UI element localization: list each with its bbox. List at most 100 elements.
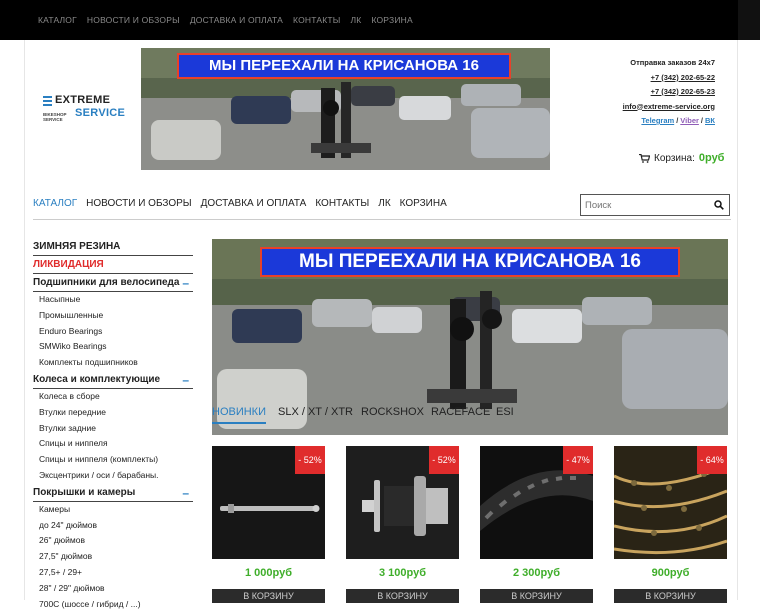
sidebar-item-label: Колеса в сборе [39, 390, 100, 401]
product-card[interactable]: - 64% 900руб В КОРЗИНУ [614, 446, 727, 606]
main-nav-delivery[interactable]: ДОСТАВКА И ОПЛАТА [201, 198, 307, 209]
viber-link[interactable]: Viber [680, 116, 699, 125]
sidebar-item[interactable]: 27,5" дюймов [33, 549, 193, 565]
sidebar-item-label: 28" / 29" дюймов [39, 582, 105, 593]
sidebar-item[interactable]: Втулки передние [33, 405, 193, 421]
sidebar-item-label: 26" дюймов [39, 535, 86, 546]
sidebar-item[interactable]: Промышленные [33, 308, 193, 324]
main-nav-catalog[interactable]: КАТАЛОГ [33, 198, 77, 209]
top-nav-contacts[interactable]: КОНТАКТЫ [293, 15, 340, 25]
top-nav-account[interactable]: ЛК [351, 15, 362, 25]
sidebar-item[interactable]: до 24" дюймов [33, 518, 193, 534]
sidebar-item[interactable]: 28" / 29" дюймов [33, 581, 193, 597]
sidebar-item[interactable]: Enduro Bearings [33, 324, 193, 340]
collapse-icon[interactable]: – [182, 371, 189, 389]
sidebar-item-label: Колеса и комплектующие [33, 373, 161, 385]
cart-icon [639, 153, 650, 163]
main-nav-cart[interactable]: КОРЗИНА [400, 198, 447, 209]
catalog-sidebar: ЗИМНЯЯ РЕЗИНА ЛИКВИДАЦИЯ Подшипники для ве… [33, 238, 193, 612]
page-container: EXTREME BIKESHOP SERVICE SERVICE МЫ ПЕРЕЕ… [24, 40, 738, 609]
product-price: 900руб [651, 567, 690, 579]
top-nav-catalog[interactable]: КАТАЛОГ [38, 15, 77, 25]
top-nav: КАТАЛОГ НОВОСТИ И ОБЗОРЫ ДОСТАВКА И ОПЛА… [38, 0, 423, 40]
header-banner[interactable]: МЫ ПЕРЕЕХАЛИ НА КРИСАНОВА 16 [141, 48, 550, 170]
sidebar-item[interactable]: Насыпные [33, 292, 193, 308]
top-bar-corner [738, 0, 760, 40]
add-to-cart-button[interactable]: В КОРЗИНУ [614, 589, 727, 603]
sidebar-item-label: ЗИМНЯЯ РЕЗИНА [33, 241, 121, 252]
sidebar-item[interactable]: 700С (шоссе / гибрид / ...) [33, 597, 193, 612]
email-link[interactable]: info@extreme-service.org [623, 100, 715, 115]
top-nav-delivery[interactable]: ДОСТАВКА И ОПЛАТА [190, 15, 283, 25]
main-nav-contacts[interactable]: КОНТАКТЫ [315, 198, 369, 209]
sidebar-item[interactable]: Эксцентрики / оси / барабаны. [33, 468, 193, 484]
add-to-cart-button[interactable]: В КОРЗИНУ [346, 589, 459, 603]
sidebar-item-label: Комплекты подшипников [39, 357, 138, 368]
discount-badge: - 52% [295, 446, 325, 474]
product-price: 2 300руб [512, 567, 560, 579]
search-box [580, 194, 730, 216]
logo-word-service: SERVICE [75, 107, 126, 119]
sidebar-item[interactable]: Спицы и ниппеля (комплекты) [33, 452, 193, 468]
sidebar-item-label: 27,5" дюймов [39, 551, 93, 562]
sidebar-item-label: 700С (шоссе / гибрид / ...) [39, 598, 141, 609]
add-to-cart-button[interactable]: В КОРЗИНУ [212, 589, 325, 603]
main-nav-account[interactable]: ЛК [378, 198, 390, 209]
sidebar-item[interactable]: Втулки задние [33, 421, 193, 437]
sidebar-item[interactable]: Камеры [33, 502, 193, 518]
tab-new[interactable]: НОВИНКИ [212, 406, 267, 424]
main-banner-sign: МЫ ПЕРЕЕХАЛИ НА КРИСАНОВА 16 [260, 247, 680, 277]
sidebar-item[interactable]: Колеса в сборе [33, 389, 193, 405]
top-nav-news[interactable]: НОВОСТИ И ОБЗОРЫ [87, 15, 180, 25]
vk-link[interactable]: ВК [705, 116, 715, 125]
product-tabs: НОВИНКИ SLX / XT / XTR ROCKSHOX RACEFACE… [212, 406, 728, 434]
phone-2-link[interactable]: +7 (342) 202-65-23 [623, 85, 715, 100]
collapse-icon[interactable]: – [182, 484, 189, 502]
discount-badge: - 47% [563, 446, 593, 474]
discount-badge: - 52% [429, 446, 459, 474]
sidebar-item-label: SMWiko Bearings [39, 341, 107, 352]
sidebar-item-label: 27,5+ / 29+ [39, 566, 83, 577]
logo-bars-icon [43, 96, 52, 108]
search-icon[interactable] [714, 200, 724, 210]
tab-raceface[interactable]: RACEFACE [431, 406, 490, 422]
header-cart[interactable]: Корзина: 0руб [639, 152, 724, 164]
sidebar-item-label: Втулки передние [39, 406, 106, 417]
sidebar-item-label: ЛИКВИДАЦИЯ [33, 259, 104, 270]
sidebar-item-label: Покрышки и камеры [33, 486, 136, 498]
product-price: 3 100руб [378, 567, 426, 579]
sidebar-item[interactable]: 26" дюймов [33, 533, 193, 549]
product-card[interactable]: - 52% 3 100руб В КОРЗИНУ [346, 446, 459, 606]
collapse-icon[interactable]: – [182, 274, 189, 292]
sidebar-item[interactable]: Подшипники для велосипеда – [33, 274, 193, 292]
tab-esi[interactable]: ESI [496, 406, 514, 422]
sidebar-item[interactable]: ЛИКВИДАЦИЯ [33, 256, 193, 274]
top-nav-cart[interactable]: КОРЗИНА [371, 15, 412, 25]
sidebar-item[interactable]: SMWiko Bearings [33, 339, 193, 355]
sidebar-item[interactable]: Покрышки и камеры – [33, 484, 193, 502]
sidebar-item-label: Промышленные [39, 309, 104, 320]
sidebar-item-label: Эксцентрики / оси / барабаны. [39, 469, 159, 480]
discount-badge: - 64% [697, 446, 727, 474]
product-card[interactable]: - 47% 2 300руб В КОРЗИНУ [480, 446, 593, 606]
cart-sum: 0руб [698, 152, 725, 164]
tab-slx-xt-xtr[interactable]: SLX / XT / XTR [278, 406, 353, 422]
sidebar-item-label: Подшипники для велосипеда [33, 277, 180, 288]
product-card[interactable]: - 52% 1 000руб В КОРЗИНУ [212, 446, 325, 606]
add-to-cart-button[interactable]: В КОРЗИНУ [480, 589, 593, 603]
sidebar-item[interactable]: Спицы и ниппеля [33, 436, 193, 452]
top-bar: КАТАЛОГ НОВОСТИ И ОБЗОРЫ ДОСТАВКА И ОПЛА… [0, 0, 760, 40]
sidebar-item[interactable]: Колеса и комплектующие – [33, 371, 193, 389]
tab-rockshox[interactable]: ROCKSHOX [361, 406, 424, 422]
sidebar-item[interactable]: Комплекты подшипников [33, 355, 193, 371]
sidebar-item[interactable]: 27,5+ / 29+ [33, 565, 193, 581]
delivery-note: Отправка заказов 24х7 [630, 58, 715, 67]
sidebar-item[interactable]: ЗИМНЯЯ РЕЗИНА [33, 238, 193, 256]
phone-1-link[interactable]: +7 (342) 202-65-22 [623, 71, 715, 86]
logo-word-extreme: EXTREME [55, 94, 111, 106]
product-price: 1 000руб [244, 567, 292, 579]
search-input[interactable] [585, 198, 705, 212]
telegram-link[interactable]: Telegram [641, 116, 674, 125]
sidebar-item-label: Втулки задние [39, 422, 96, 433]
main-nav-news[interactable]: НОВОСТИ И ОБЗОРЫ [86, 198, 192, 209]
